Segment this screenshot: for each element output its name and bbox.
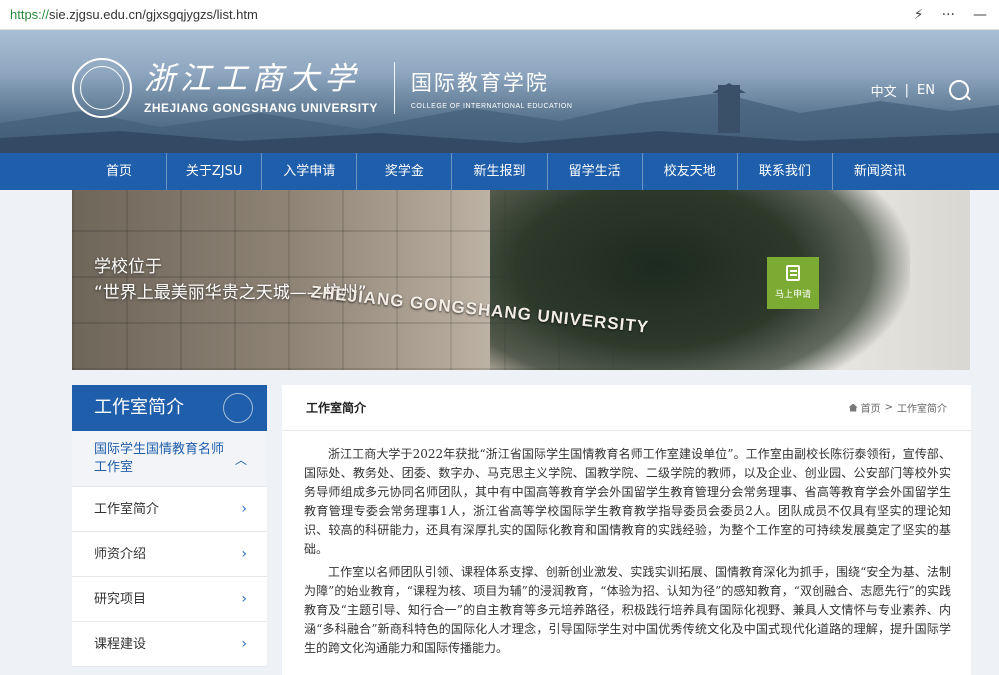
- browser-address-bar[interactable]: https://sie.zjgsu.edu.cn/gjxsgqjygzs/lis…: [0, 0, 999, 30]
- sidebar-item-intro[interactable]: 工作室简介 ›: [72, 487, 267, 532]
- seal-watermark-icon: [223, 393, 253, 423]
- sidebar-title: 工作室简介: [94, 397, 184, 418]
- main-header: 工作室简介 首页 > 工作室简介: [282, 385, 971, 431]
- logo-divider: [393, 62, 395, 114]
- nav-item-about[interactable]: 关于ZJSU: [167, 153, 263, 190]
- home-icon: [848, 403, 858, 412]
- more-icon[interactable]: ···: [942, 7, 955, 23]
- article-paragraph: 工作室以名师团队引领、课程体系支撑、创新创业激发、实践实训拓展、国情教育深化为抓…: [304, 565, 951, 655]
- lang-separator: |: [904, 82, 910, 98]
- nav-item-registration[interactable]: 新生报到: [452, 153, 548, 190]
- main-panel: 工作室简介 首页 > 工作室简介 浙江工商大学于2022年获批“浙江省国际学生国…: [282, 385, 971, 675]
- search-icon[interactable]: [949, 80, 969, 100]
- nav-item-home[interactable]: 首页: [72, 153, 168, 190]
- lightning-icon[interactable]: ⚡: [914, 7, 924, 23]
- nav-item-admission[interactable]: 入学申请: [262, 153, 358, 190]
- article-body: 浙江工商大学于2022年获批“浙江省国际学生国情教育名师工作室建设单位”。工作室…: [282, 431, 971, 658]
- chevron-right-icon: ›: [241, 636, 247, 652]
- main-nav: 首页 关于ZJSU 入学申请 奖学金 新生报到 留学生活 校友天地 联系我们 新…: [0, 153, 999, 190]
- college-name-en: COLLEGE OF INTERNATIONAL EDUCATION: [410, 102, 573, 110]
- hero-banner: 学校位于 “世界上最美丽华贵之天城——杭州” ZHEJIANG GONGSHAN…: [72, 190, 970, 370]
- nav-item-life[interactable]: 留学生活: [548, 153, 643, 190]
- college-name-cn: 国际教育学院: [410, 70, 549, 95]
- chevron-right-icon: ›: [241, 546, 247, 562]
- url-path: sie.zjgsu.edu.cn/gjxsgqjygzs/list.htm: [49, 7, 258, 22]
- sidebar-item-research[interactable]: 研究项目 ›: [72, 577, 267, 622]
- seal-icon: [72, 58, 132, 118]
- sidebar-item-label: 研究项目: [94, 592, 147, 607]
- breadcrumb-home[interactable]: 首页: [861, 400, 881, 415]
- sidebar-group-studio[interactable]: 国际学生国情教育名师工作室 ︿: [72, 431, 267, 487]
- sidebar-item-label: 工作室简介: [94, 502, 160, 517]
- article-paragraph: 浙江工商大学于2022年获批“浙江省国际学生国情教育名师工作室建设单位”。工作室…: [304, 447, 951, 556]
- edit-document-icon: [786, 265, 800, 281]
- sidebar-group-label: 国际学生国情教育名师工作室: [94, 442, 225, 475]
- tree-photo: [490, 190, 910, 370]
- breadcrumb-separator: >: [884, 402, 893, 413]
- nav-item-news[interactable]: 新闻资讯: [833, 153, 927, 190]
- sidebar-item-label: 课程建设: [94, 637, 147, 652]
- university-name-en: ZHEJIANG GONGSHANG UNIVERSITY: [144, 101, 378, 115]
- nav-item-alumni[interactable]: 校友天地: [643, 153, 738, 190]
- nav-item-contact[interactable]: 联系我们: [738, 153, 833, 190]
- url-text[interactable]: https://sie.zjgsu.edu.cn/gjxsgqjygzs/lis…: [10, 7, 258, 22]
- apply-now-label: 马上申请: [774, 290, 811, 300]
- page-title: 工作室简介: [306, 401, 367, 415]
- banner-caption-line1: 学校位于: [94, 257, 162, 277]
- sidebar-header: 工作室简介: [72, 385, 267, 431]
- university-name-cn: 浙江工商大学: [144, 61, 360, 97]
- content-area: 工作室简介 国际学生国情教育名师工作室 ︿ 工作室简介 › 师资介绍 › 研究项…: [72, 385, 971, 675]
- sidebar-item-courses[interactable]: 课程建设 ›: [72, 622, 267, 667]
- university-logo[interactable]: 浙江工商大学 ZHEJIANG GONGSHANG UNIVERSITY 国际教…: [72, 58, 572, 118]
- sidebar: 工作室简介 国际学生国情教育名师工作室 ︿ 工作室简介 › 师资介绍 › 研究项…: [72, 385, 267, 667]
- lang-cn-link[interactable]: 中文: [871, 81, 897, 100]
- chevron-right-icon: ›: [241, 501, 247, 517]
- minimize-icon[interactable]: —: [973, 7, 987, 23]
- chevron-right-icon: ›: [241, 591, 247, 607]
- breadcrumb: 首页 > 工作室简介: [848, 400, 947, 415]
- breadcrumb-current[interactable]: 工作室简介: [897, 400, 947, 415]
- language-switcher: 中文 | EN: [871, 80, 969, 100]
- url-protocol: https://: [10, 7, 50, 22]
- apply-now-button[interactable]: 马上申请: [767, 257, 819, 309]
- lang-en-link[interactable]: EN: [917, 83, 935, 98]
- site-header: 浙江工商大学 ZHEJIANG GONGSHANG UNIVERSITY 国际教…: [0, 30, 999, 153]
- sidebar-item-faculty[interactable]: 师资介绍 ›: [72, 532, 267, 577]
- chevron-up-icon: ︿: [234, 453, 247, 467]
- sidebar-item-label: 师资介绍: [94, 547, 147, 562]
- nav-item-scholarship[interactable]: 奖学金: [357, 153, 453, 190]
